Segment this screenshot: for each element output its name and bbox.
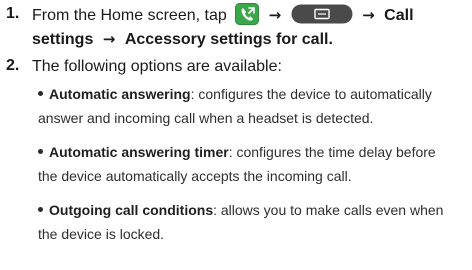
option-automatic-answering-timer: Automatic answering timer: configures th… — [38, 140, 468, 188]
bullet-icon — [38, 149, 43, 154]
option-desc: : allows you to make calls even when — [213, 202, 444, 218]
step-1-period: . — [328, 31, 333, 48]
bullet-icon — [38, 91, 43, 96]
menu-key-icon — [291, 4, 353, 24]
step-1-number: 1. — [6, 5, 20, 22]
option-desc-cont: answer and incoming call when a headset … — [38, 110, 374, 126]
option-term: Outgoing call conditions — [49, 202, 214, 218]
option-desc-cont: the device automatically accepts the inc… — [38, 168, 352, 184]
option-outgoing-call-conditions: Outgoing call conditions: allows you to … — [38, 198, 468, 246]
call-word: Call — [384, 7, 414, 24]
arrow-1: → — [268, 6, 282, 24]
arrow-2: → — [362, 6, 375, 24]
step-1-intro: From the Home screen, tap — [32, 7, 227, 24]
step-2-number: 2. — [6, 57, 20, 74]
bullet-icon — [38, 207, 43, 212]
arrow-3: → — [102, 30, 116, 48]
option-term: Automatic answering — [49, 86, 191, 102]
option-desc: : configures the time delay before — [228, 144, 436, 160]
option-desc-cont: the device is locked. — [38, 226, 165, 242]
step-1-text: From the Home screen, tap → → Call setti… — [32, 3, 468, 51]
instruction-page: 1. From the Home screen, tap → → Call se… — [0, 0, 472, 270]
option-desc: : configures the device to automatically — [190, 86, 432, 102]
step-2-text: The following options are available: — [32, 58, 282, 75]
accessory-settings-label: Accessory settings for call — [124, 31, 329, 48]
phone-icon — [235, 3, 260, 25]
settings-word: settings — [32, 31, 94, 48]
option-term: Automatic answering timer — [49, 144, 229, 160]
option-automatic-answering: Automatic answering: configures the devi… — [38, 82, 468, 130]
